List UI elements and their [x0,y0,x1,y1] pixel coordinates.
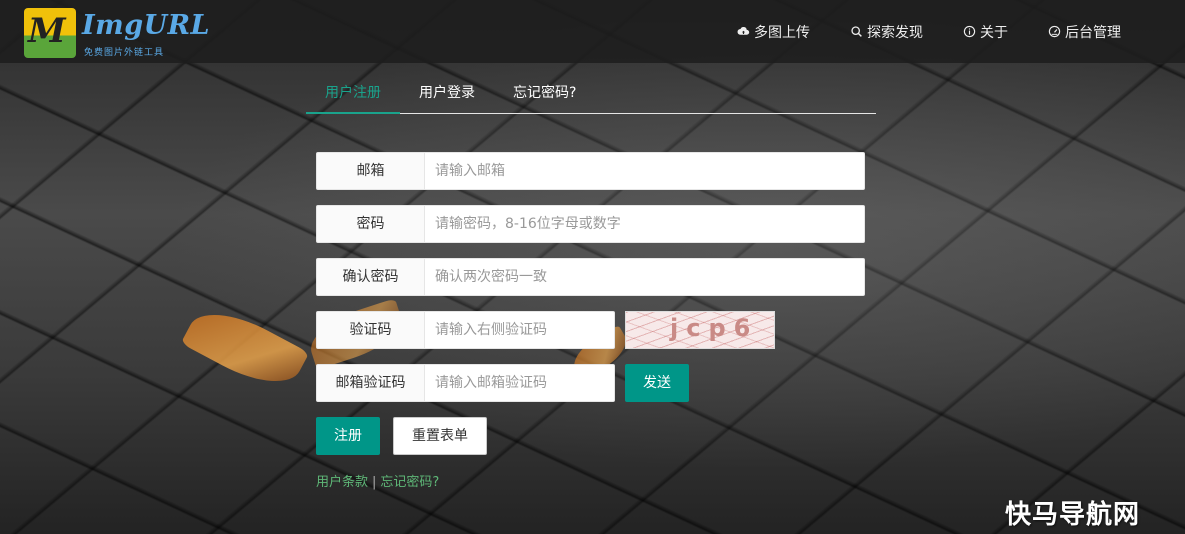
reset-form-button[interactable]: 重置表单 [393,417,487,455]
brand-name: ImgURL [82,10,211,41]
nav-item-upload[interactable]: 多图上传 [737,22,810,42]
nav-item-label: 关于 [980,24,1008,41]
top-navbar: M ImgURL 免费图片外链工具 多图上传 探索发现 关于 后台管理 [0,0,1185,63]
password-input[interactable] [425,205,865,243]
email-input[interactable] [425,152,865,190]
captcha-image[interactable]: jcp6 [625,311,775,349]
tab-forgot-password[interactable]: 忘记密码? [494,73,595,113]
send-code-button[interactable]: 发送 [625,364,689,402]
footer-links: 用户条款 | 忘记密码? [316,471,439,490]
dashboard-icon [1048,25,1061,38]
confirm-password-input[interactable] [425,258,865,296]
password-row: 密码 [316,205,865,243]
nav-links: 多图上传 探索发现 关于 后台管理 [737,0,1121,63]
tab-login[interactable]: 用户登录 [400,73,494,113]
email-code-label: 邮箱验证码 [316,364,425,402]
captcha-input[interactable] [425,311,615,349]
nav-item-admin[interactable]: 后台管理 [1048,22,1121,42]
nav-item-label: 后台管理 [1065,24,1121,41]
nav-item-label: 探索发现 [867,24,923,41]
forgot-password-link[interactable]: 忘记密码? [380,475,439,490]
terms-link[interactable]: 用户条款 [316,475,368,490]
link-separator: | [372,475,377,490]
email-code-input[interactable] [425,364,615,402]
email-row: 邮箱 [316,152,865,190]
captcha-label: 验证码 [316,311,425,349]
captcha-row: 验证码 [316,311,615,349]
nav-item-about[interactable]: 关于 [963,22,1008,42]
background-leaf [180,297,310,399]
captcha-code: jcp6 [670,314,759,342]
nav-item-explore[interactable]: 探索发现 [850,22,923,42]
confirm-password-label: 确认密码 [316,258,425,296]
register-button[interactable]: 注册 [316,417,380,455]
site-watermark: 快马导航网 [1005,500,1141,530]
email-label: 邮箱 [316,152,425,190]
info-icon [963,25,976,38]
email-code-row: 邮箱验证码 [316,364,615,402]
search-icon [851,26,862,37]
password-label: 密码 [316,205,425,243]
nav-item-label: 多图上传 [754,24,810,41]
auth-tabs: 用户注册 用户登录 忘记密码? [306,73,876,114]
brand-tagline: 免费图片外链工具 [84,48,165,58]
brand-logo[interactable]: M ImgURL 免费图片外链工具 [24,8,210,58]
confirm-password-row: 确认密码 [316,258,865,296]
logo-mark-icon: M [24,8,76,58]
tab-register[interactable]: 用户注册 [306,73,400,114]
cloud-upload-icon [737,26,750,35]
